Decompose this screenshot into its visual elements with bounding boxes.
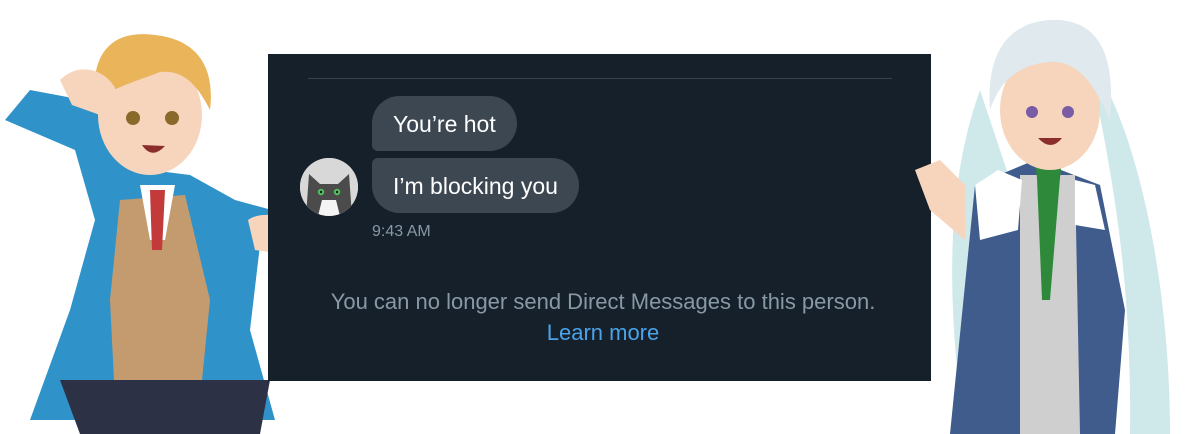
message-text: You’re hot [393, 110, 496, 137]
sender-avatar[interactable] [300, 158, 358, 216]
cat-avatar-icon [300, 158, 358, 216]
divider [308, 78, 892, 79]
message-timestamp: 9:43 AM [372, 223, 431, 240]
learn-more-link[interactable]: Learn more [547, 320, 660, 345]
blocked-notice-text: You can no longer send Direct Messages t… [330, 289, 876, 314]
message-bubble: I’m blocking you [372, 158, 579, 213]
message-text: I’m blocking you [393, 172, 558, 199]
message-bubble: You’re hot [372, 96, 517, 151]
blocked-notice: You can no longer send Direct Messages t… [308, 286, 898, 348]
right-character-illustration [915, 19, 1170, 434]
direct-message-panel: You’re hot I’m blocking you 9:43 AM You … [268, 54, 931, 381]
